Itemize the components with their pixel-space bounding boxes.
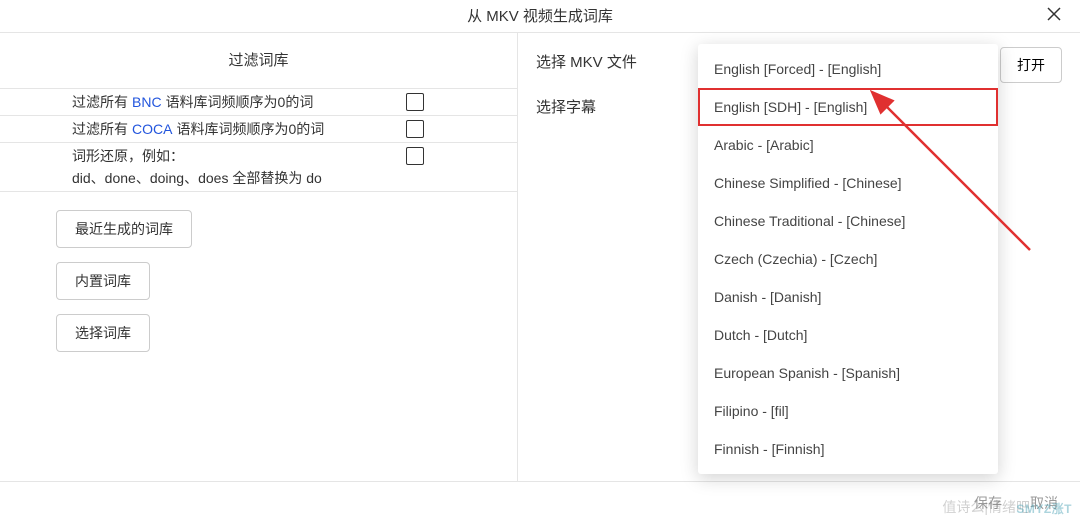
filter-row-coca: 过滤所有 COCA 语料库词频顺序为0的词 (0, 116, 517, 142)
filter-lemma-checkbox[interactable] (406, 147, 424, 165)
filter-coca-highlight: COCA (132, 118, 172, 140)
select-file-label: 选择 MKV 文件 (536, 51, 637, 72)
subtitle-option[interactable]: Dutch - [Dutch] (698, 316, 998, 354)
save-button[interactable]: 保存 (974, 493, 1002, 513)
subtitle-option[interactable]: European Spanish - [Spanish] (698, 354, 998, 392)
title-bar: 从 MKV 视频生成词库 (0, 0, 1080, 32)
subtitle-option[interactable]: Filipino - [fil] (698, 392, 998, 430)
subtitle-option[interactable]: Czech (Czechia) - [Czech] (698, 240, 998, 278)
filter-bnc-highlight: BNC (132, 91, 162, 113)
subtitle-option[interactable]: English [Forced] - [English] (698, 50, 998, 88)
subtitle-option[interactable]: Chinese Traditional - [Chinese] (698, 202, 998, 240)
filter-coca-checkbox[interactable] (406, 120, 424, 138)
close-icon[interactable] (1044, 4, 1064, 24)
filter-bnc-prefix: 过滤所有 (72, 91, 128, 113)
subtitle-option[interactable]: Finnish - [Finnish] (698, 430, 998, 468)
filter-coca-suffix: 语料库词频顺序为0的词 (176, 118, 324, 140)
builtin-vocab-button[interactable]: 内置词库 (56, 262, 150, 300)
filter-panel: 过滤词库 过滤所有 BNC 语料库词频顺序为0的词 过滤所有 COCA 语料库词… (0, 33, 518, 481)
filter-panel-title: 过滤词库 (0, 49, 517, 70)
cancel-button[interactable]: 取消 (1030, 493, 1058, 513)
choose-vocab-button[interactable]: 选择词库 (56, 314, 150, 352)
filter-bnc-suffix: 语料库词频顺序为0的词 (166, 91, 314, 113)
window-title: 从 MKV 视频生成词库 (467, 5, 613, 26)
subtitle-option[interactable]: English [SDH] - [English] (698, 88, 998, 126)
select-subtitle-label: 选择字幕 (536, 96, 596, 117)
footer: 保存 取消 (0, 483, 1080, 523)
filter-row-lemma: 词形还原，例如： did、done、doing、does 全部替换为 do (0, 143, 517, 191)
filter-row-bnc: 过滤所有 BNC 语料库词频顺序为0的词 (0, 89, 517, 115)
subtitle-option[interactable]: Chinese Simplified - [Chinese] (698, 164, 998, 202)
subtitle-option[interactable]: Danish - [Danish] (698, 278, 998, 316)
subtitle-option[interactable]: Arabic - [Arabic] (698, 126, 998, 164)
filter-coca-prefix: 过滤所有 (72, 118, 128, 140)
subtitle-dropdown[interactable]: English [Forced] - [English]English [SDH… (698, 44, 998, 474)
filter-bnc-checkbox[interactable] (406, 93, 424, 111)
filter-lemma-line2: did、done、doing、does 全部替换为 do (72, 167, 392, 189)
recent-vocab-button[interactable]: 最近生成的词库 (56, 210, 192, 248)
filter-lemma-line1: 词形还原，例如： (72, 145, 392, 167)
open-button[interactable]: 打开 (1000, 47, 1062, 83)
filter-buttons: 最近生成的词库 内置词库 选择词库 (56, 210, 517, 352)
